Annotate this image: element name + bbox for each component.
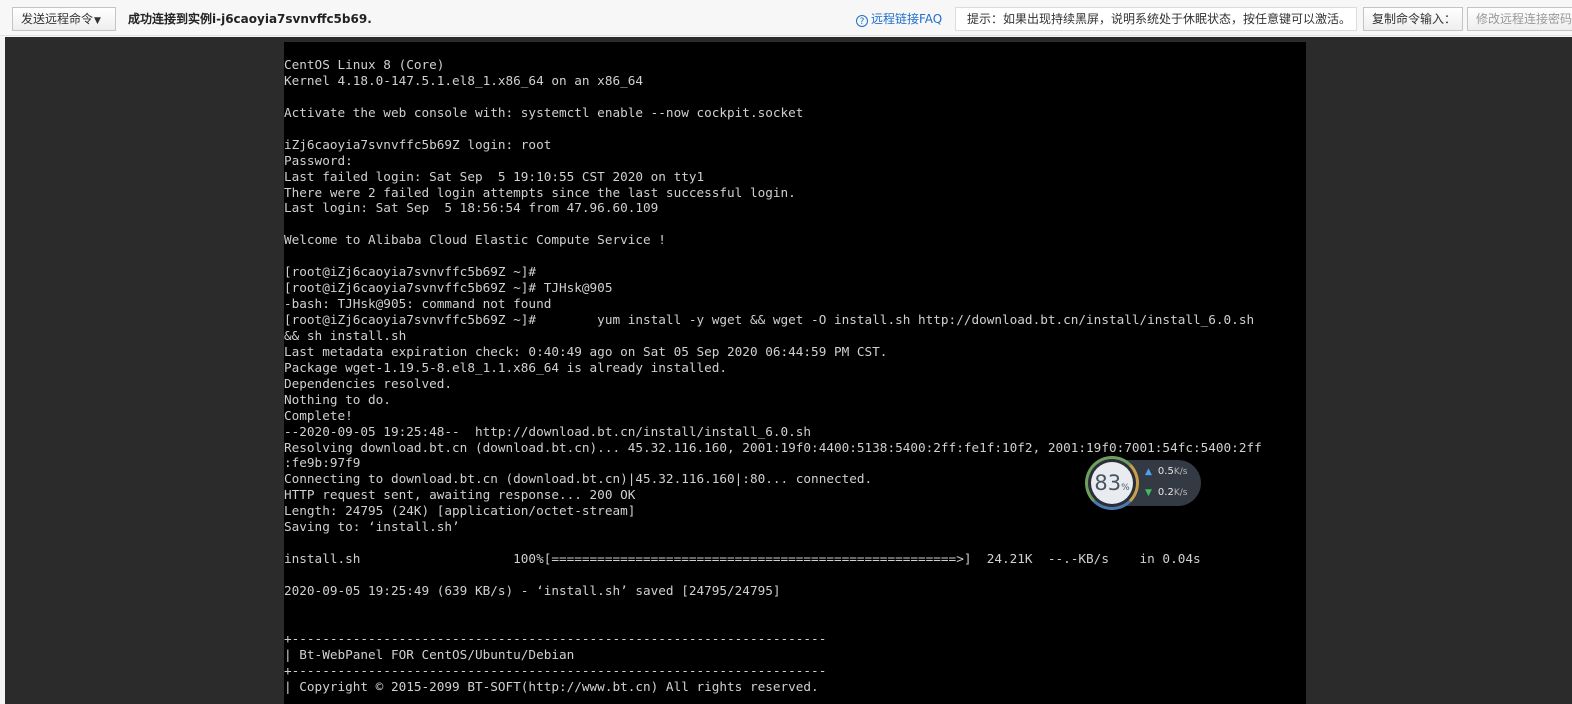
toolbar: 发送远程命令▼ 成功连接到实例i-j6caoyia7svnvffc5b69. ?… <box>0 0 1572 36</box>
caret-down-icon: ▼ <box>94 16 101 26</box>
help-icon: ? <box>856 15 868 27</box>
terminal-line: [root@iZj6caoyia7svnvffc5b69Z ~]# <box>284 264 537 280</box>
memory-usage-ring: 83% <box>1085 456 1139 510</box>
terminal-line: | Copyright © 2015-2099 BT-SOFT(http://w… <box>284 678 819 694</box>
terminal-output: CentOS Linux 8 (Core) Kernel 4.18.0-147.5… <box>284 57 1262 695</box>
terminal-line: Resolving download.bt.cn (download.bt.cn… <box>284 439 1262 455</box>
download-speed: ▼ 0.2K/s <box>1145 487 1187 498</box>
send-remote-command-button[interactable]: 发送远程命令▼ <box>12 7 116 31</box>
terminal-line: Last login: Sat Sep 5 18:56:54 from 47.9… <box>284 200 659 216</box>
terminal-line: CentOS Linux 8 (Core) <box>284 57 445 72</box>
terminal-line: +---------------------------------------… <box>284 662 827 678</box>
terminal-line: Saving to: ‘install.sh’ <box>284 519 460 535</box>
download-arrow-icon: ▼ <box>1145 488 1152 498</box>
modify-remote-password-button[interactable]: 修改远程连接密码 <box>1467 7 1572 31</box>
terminal-line: Password: <box>284 152 353 168</box>
terminal-line: -bash: TJHsk@905: command not found <box>284 296 552 312</box>
terminal-line: | Bt-WebPanel FOR CentOS/Ubuntu/Debian <box>284 646 575 662</box>
terminal-line: install.sh 100%[========================… <box>284 551 1201 567</box>
download-unit: K/s <box>1173 488 1188 498</box>
terminal-line: Nothing to do. <box>284 391 391 407</box>
terminal-line: Last metadata expiration check: 0:40:49 … <box>284 343 888 359</box>
terminal-line: Complete! <box>284 407 353 423</box>
terminal-line: [root@iZj6caoyia7svnvffc5b69Z ~]# yum in… <box>284 312 1255 327</box>
terminal-line: Welcome to Alibaba Cloud Elastic Compute… <box>284 232 666 248</box>
terminal-line: +---------------------------------------… <box>284 630 827 646</box>
terminal-line: && sh install.sh <box>284 327 407 343</box>
upload-arrow-icon: ▲ <box>1145 467 1152 477</box>
terminal-line: Package wget-1.19.5-8.el8_1.1.x86_64 is … <box>284 359 728 375</box>
hint-box: 提示：如果出现持续黑屏，说明系统处于休眠状态，按任意键可以激活。 <box>955 7 1357 31</box>
network-speed-widget[interactable]: 83% ▲ 0.5K/s ▼ 0.2K/s <box>1085 456 1201 510</box>
terminal-line: Last failed login: Sat Sep 5 19:10:55 CS… <box>284 168 705 184</box>
terminal-line: Kernel 4.18.0-147.5.1.el8_1.x86_64 on an… <box>284 72 644 88</box>
remote-faq-link[interactable]: ? 远程链接FAQ <box>856 10 942 27</box>
terminal-line: 2020-09-05 19:25:49 (639 KB/s) - ‘instal… <box>284 582 781 598</box>
terminal-line: [root@iZj6caoyia7svnvffc5b69Z ~]# TJHsk@… <box>284 280 613 296</box>
connection-status: 成功连接到实例i-j6caoyia7svnvffc5b69. <box>128 12 372 26</box>
usage-percent: 83 <box>1094 471 1122 495</box>
upload-value: 0.5 <box>1157 466 1174 477</box>
download-value: 0.2 <box>1157 487 1174 498</box>
console-stage: CentOS Linux 8 (Core) Kernel 4.18.0-147.5… <box>5 37 1572 704</box>
terminal-line: --2020-09-05 19:25:48-- http://download.… <box>284 423 812 439</box>
terminal-line: There were 2 failed login attempts since… <box>284 184 796 200</box>
terminal-line: Activate the web console with: systemctl… <box>284 104 804 120</box>
percent-sign: % <box>1121 483 1130 493</box>
usage-value: 83% <box>1091 462 1133 504</box>
terminal-line: Dependencies resolved. <box>284 375 453 391</box>
terminal-screen[interactable]: CentOS Linux 8 (Core) Kernel 4.18.0-147.5… <box>284 42 1306 704</box>
upload-unit: K/s <box>1173 467 1188 477</box>
copy-command-input-button[interactable]: 复制命令输入： <box>1363 7 1463 31</box>
terminal-line: iZj6caoyia7svnvffc5b69Z login: root <box>284 136 552 152</box>
upload-speed: ▲ 0.5K/s <box>1145 466 1187 477</box>
send-remote-command-label: 发送远程命令 <box>21 12 94 26</box>
remote-faq-label: 远程链接FAQ <box>871 12 943 26</box>
